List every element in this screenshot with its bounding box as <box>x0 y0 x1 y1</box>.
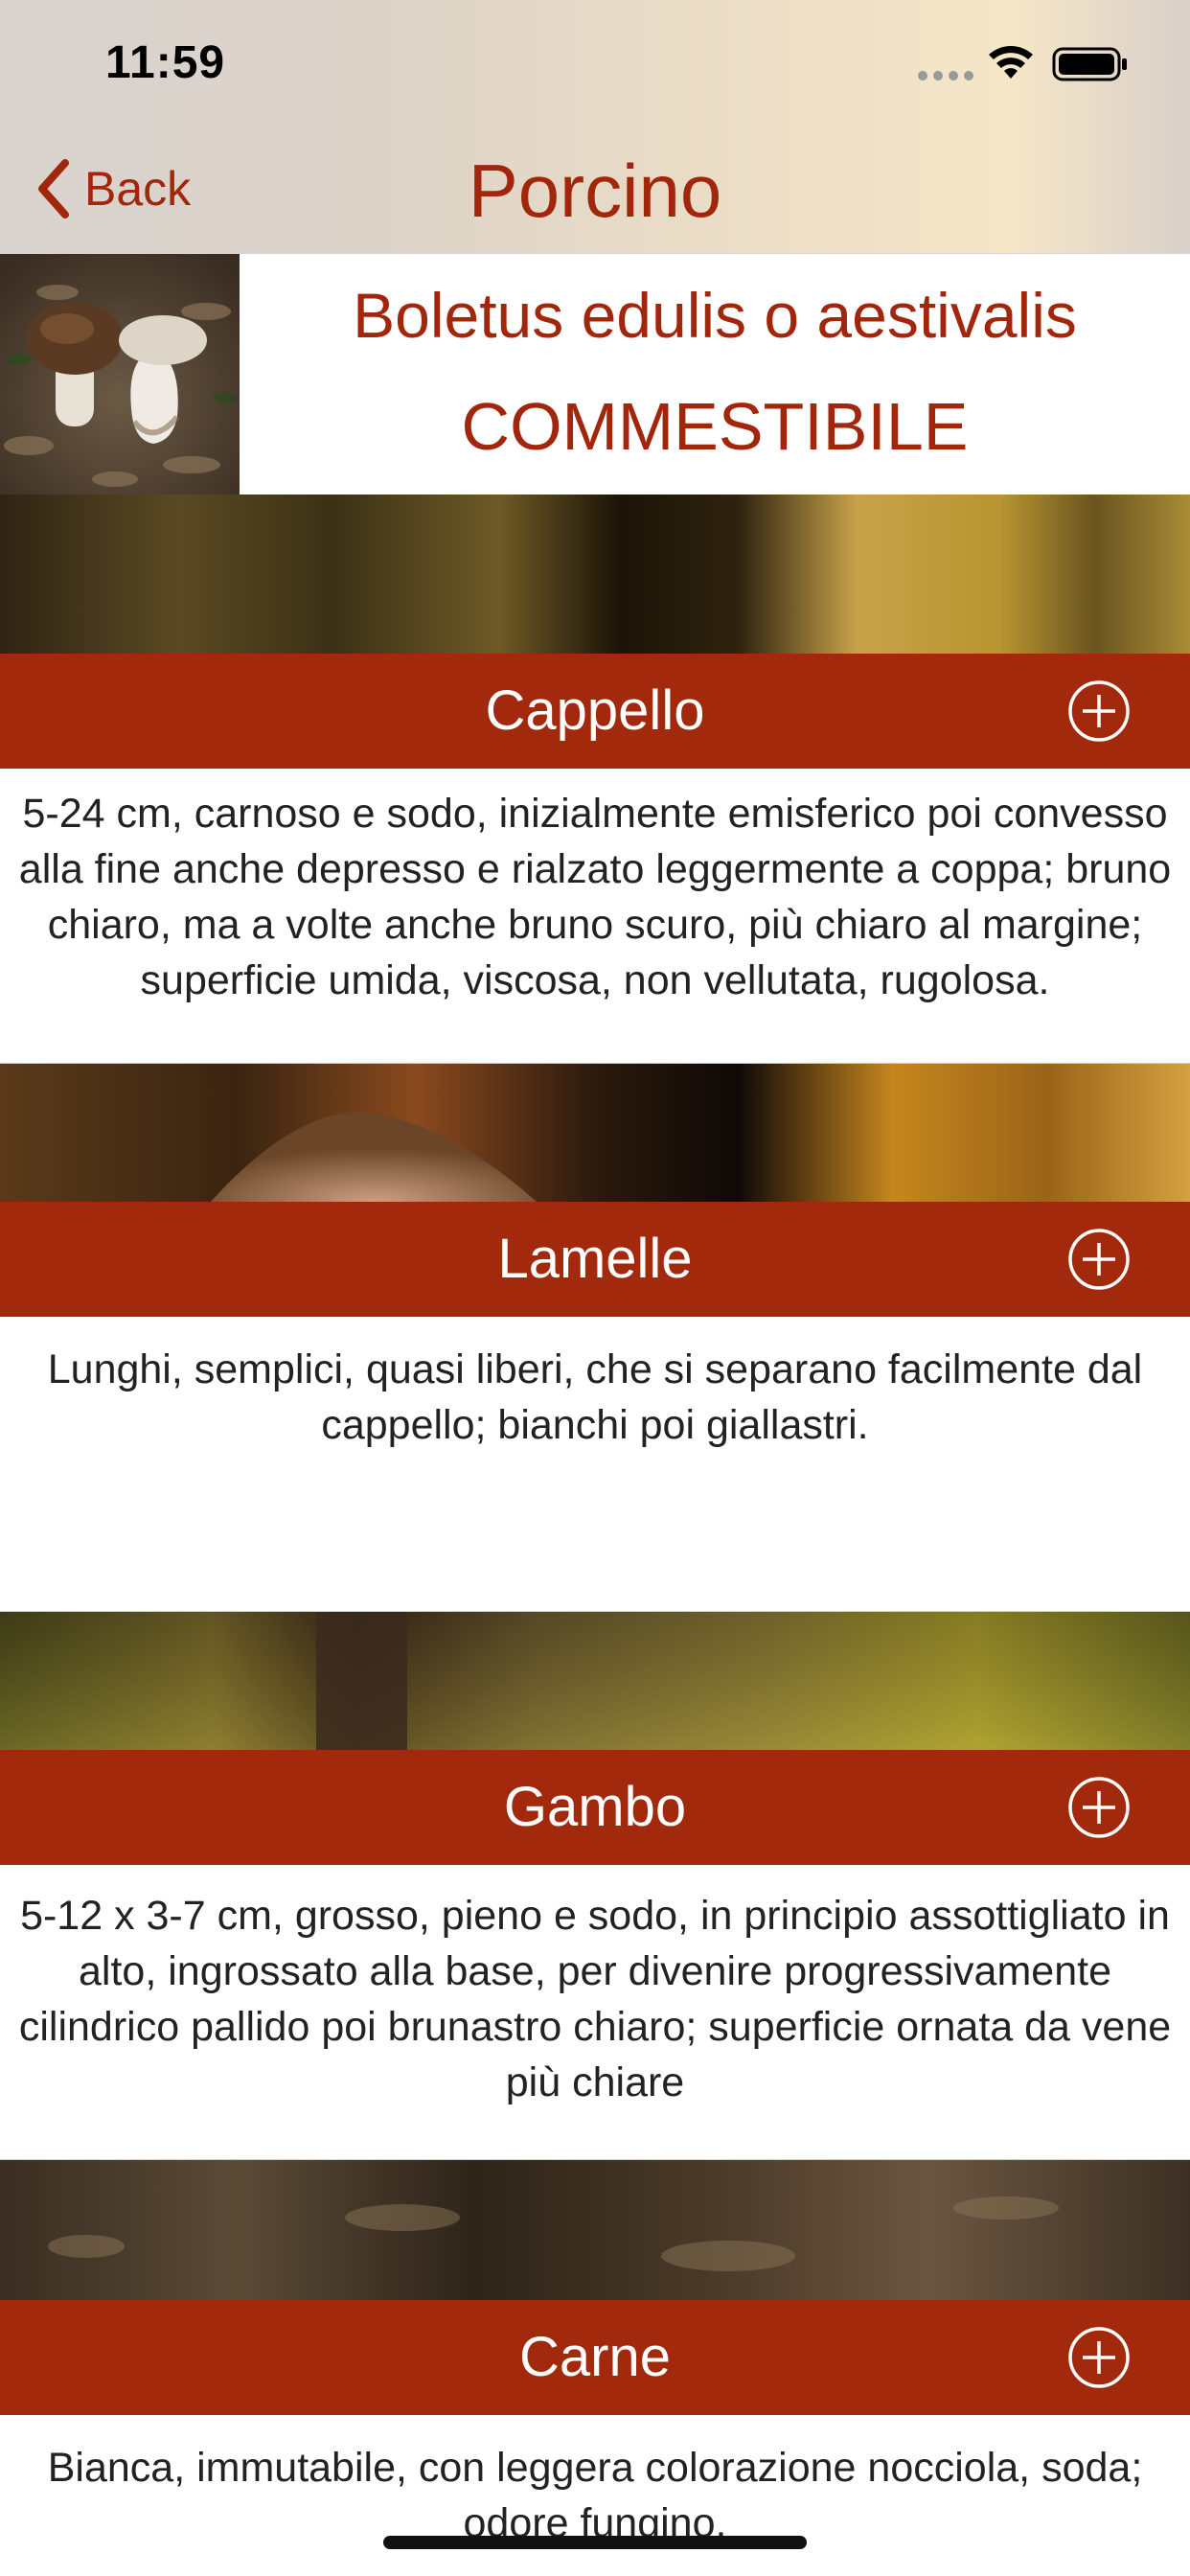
banner-image <box>0 494 1190 654</box>
navigation-area: 11:59 Back Porcino <box>0 0 1190 253</box>
section-title: Gambo <box>503 1776 687 1838</box>
section-header-carne[interactable]: Carne <box>0 2300 1190 2415</box>
expand-plus-icon[interactable] <box>1067 1228 1131 1291</box>
section-description: Lunghi, semplici, quasi liberi, che si s… <box>47 1346 1143 1448</box>
mushroom-photo <box>0 254 240 495</box>
section-description: 5-24 cm, carnoso e sodo, inizialmente em… <box>18 791 1172 1003</box>
section-title: Lamelle <box>497 1228 693 1290</box>
section-title: Cappello <box>485 679 705 742</box>
section-description: Bianca, immutabile, con leggera colorazi… <box>47 2445 1143 2546</box>
page-title: Porcino <box>468 149 722 233</box>
section-title: Carne <box>519 2326 671 2388</box>
expand-plus-icon[interactable] <box>1067 679 1131 743</box>
status-bar: 11:59 <box>0 0 1190 126</box>
section-header-cappello[interactable]: Cappello <box>0 654 1190 769</box>
status-time: 11:59 <box>105 37 226 88</box>
section-header-gambo[interactable]: Gambo <box>0 1750 1190 1865</box>
banner-image <box>0 2160 1190 2300</box>
battery-icon <box>1052 47 1127 81</box>
species-header: Boletus edulis o aestivalis COMMESTIBILE <box>0 253 1190 495</box>
expand-plus-icon[interactable] <box>1067 1776 1131 1839</box>
species-name: Boletus edulis o aestivalis <box>353 280 1077 351</box>
section-description: 5-12 x 3-7 cm, grosso, pieno e sodo, in … <box>18 1893 1172 2105</box>
expand-plus-icon[interactable] <box>1067 2326 1131 2389</box>
banner-image <box>0 1064 1190 1202</box>
edibility-label: COMMESTIBILE <box>461 389 969 464</box>
section-header-lamelle[interactable]: Lamelle <box>0 1202 1190 1317</box>
wifi-icon <box>989 46 1033 79</box>
navigation-bar: Back Porcino <box>0 126 1190 253</box>
banner-image <box>0 1612 1190 1750</box>
cellular-signal-icon <box>918 71 973 80</box>
home-indicator[interactable] <box>383 2536 807 2549</box>
